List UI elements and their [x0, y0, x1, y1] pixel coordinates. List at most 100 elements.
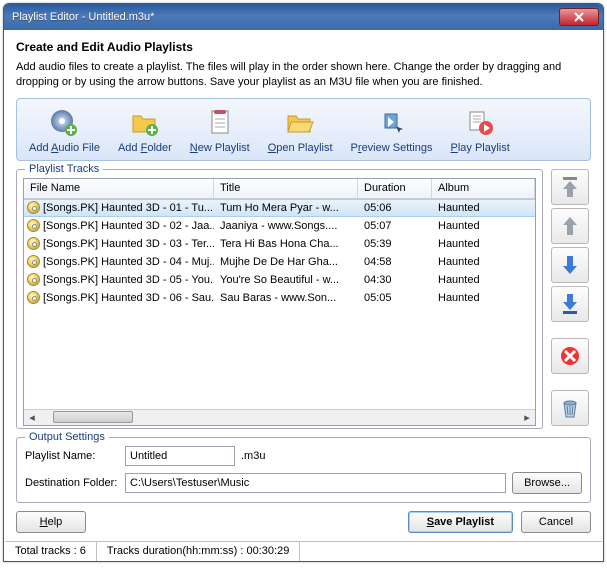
- preview-settings-icon: [376, 107, 408, 139]
- destination-input[interactable]: [125, 473, 506, 493]
- column-duration[interactable]: Duration: [358, 179, 432, 198]
- titlebar: Playlist Editor - Untitled.m3u*: [4, 4, 603, 30]
- preview-settings-label: Preview Settings: [351, 142, 433, 154]
- move-up-button[interactable]: [551, 208, 589, 244]
- tracks-group-title: Playlist Tracks: [25, 163, 103, 175]
- table-row[interactable]: [Songs.PK] Haunted 3D - 03 - Ter...Tera …: [24, 235, 535, 253]
- add-audio-icon: [48, 107, 80, 139]
- dialog-buttons: Help Save Playlist Cancel: [16, 511, 591, 533]
- cell-title: Jaaniya - www.Songs....: [214, 220, 358, 232]
- output-settings-group: Output Settings Playlist Name: .m3u Dest…: [16, 437, 591, 503]
- playlist-name-label: Playlist Name:: [25, 450, 119, 462]
- column-filename[interactable]: File Name: [24, 179, 214, 198]
- open-playlist-label: Open Playlist: [268, 142, 333, 154]
- arrow-down-icon: [559, 253, 581, 277]
- table-row[interactable]: [Songs.PK] Haunted 3D - 06 - Sau...Sau B…: [24, 289, 535, 307]
- preview-settings-button[interactable]: Preview Settings: [343, 105, 441, 156]
- add-audio-label: Add Audio File: [29, 142, 100, 154]
- cell-title: Mujhe De De Har Gha...: [214, 256, 358, 268]
- cell-album: Haunted: [432, 202, 535, 214]
- scroll-thumb[interactable]: [53, 411, 133, 423]
- table-row[interactable]: [Songs.PK] Haunted 3D - 05 - You...You'r…: [24, 271, 535, 289]
- open-playlist-icon: [284, 107, 316, 139]
- move-top-button[interactable]: [551, 169, 589, 205]
- cell-album: Haunted: [432, 274, 535, 286]
- cell-duration: 05:06: [358, 202, 432, 214]
- arrow-bottom-icon: [559, 292, 581, 316]
- page-description: Add audio files to create a playlist. Th…: [16, 60, 591, 90]
- play-playlist-label: Play Playlist: [451, 142, 510, 154]
- playlist-ext-label: .m3u: [241, 450, 265, 462]
- trash-icon: [559, 396, 581, 420]
- move-down-button[interactable]: [551, 247, 589, 283]
- destination-label: Destination Folder:: [25, 477, 119, 489]
- tracks-header[interactable]: File Name Title Duration Album: [24, 179, 535, 199]
- cell-filename: [Songs.PK] Haunted 3D - 06 - Sau...: [43, 292, 214, 304]
- remove-button[interactable]: [551, 338, 589, 374]
- new-playlist-button[interactable]: New Playlist: [182, 105, 258, 156]
- table-row[interactable]: [Songs.PK] Haunted 3D - 01 - Tu...Tum Ho…: [24, 199, 535, 217]
- cell-filename: [Songs.PK] Haunted 3D - 03 - Ter...: [43, 238, 214, 250]
- browse-button[interactable]: Browse...: [512, 472, 582, 494]
- arrow-up-icon: [559, 214, 581, 238]
- remove-icon: [559, 345, 581, 367]
- cell-duration: 05:39: [358, 238, 432, 250]
- table-row[interactable]: [Songs.PK] Haunted 3D - 02 - Jaa...Jaani…: [24, 217, 535, 235]
- table-row[interactable]: [Songs.PK] Haunted 3D - 04 - Muj...Mujhe…: [24, 253, 535, 271]
- cell-duration: 05:05: [358, 292, 432, 304]
- cell-filename: [Songs.PK] Haunted 3D - 02 - Jaa...: [43, 220, 214, 232]
- add-folder-label: Add Folder: [118, 142, 172, 154]
- cell-album: Haunted: [432, 256, 535, 268]
- add-folder-icon: [129, 107, 161, 139]
- disc-icon: [27, 273, 40, 286]
- add-audio-file-button[interactable]: Add Audio File: [21, 105, 108, 156]
- disc-icon: [27, 201, 40, 214]
- cell-filename: [Songs.PK] Haunted 3D - 04 - Muj...: [43, 256, 214, 268]
- scroll-left-icon[interactable]: ◂: [25, 410, 39, 424]
- open-playlist-button[interactable]: Open Playlist: [260, 105, 341, 156]
- statusbar: Total tracks : 6 Tracks duration(hh:mm:s…: [5, 541, 602, 561]
- window-title: Playlist Editor - Untitled.m3u*: [12, 11, 559, 23]
- cell-filename: [Songs.PK] Haunted 3D - 01 - Tu...: [43, 202, 213, 214]
- page-heading: Create and Edit Audio Playlists: [16, 40, 591, 54]
- new-playlist-label: New Playlist: [190, 142, 250, 154]
- horizontal-scrollbar[interactable]: ◂ ▸: [24, 409, 535, 425]
- cell-filename: [Songs.PK] Haunted 3D - 05 - You...: [43, 274, 214, 286]
- move-bottom-button[interactable]: [551, 286, 589, 322]
- arrow-top-icon: [559, 175, 581, 199]
- save-playlist-button[interactable]: Save Playlist: [408, 511, 513, 533]
- disc-icon: [27, 255, 40, 268]
- column-album[interactable]: Album: [432, 179, 535, 198]
- reorder-buttons: [549, 169, 591, 429]
- close-button[interactable]: [559, 8, 599, 26]
- toolbar: Add Audio File Add Folder New Playlist O…: [16, 98, 591, 161]
- play-playlist-button[interactable]: Play Playlist: [443, 105, 518, 156]
- scroll-right-icon[interactable]: ▸: [520, 410, 534, 424]
- cell-duration: 04:30: [358, 274, 432, 286]
- tracks-list[interactable]: File Name Title Duration Album [Songs.PK…: [23, 178, 536, 426]
- help-button[interactable]: Help: [16, 511, 86, 533]
- new-playlist-icon: [204, 107, 236, 139]
- clear-button[interactable]: [551, 390, 589, 426]
- playlist-editor-window: Playlist Editor - Untitled.m3u* Create a…: [3, 3, 604, 562]
- cell-duration: 05:07: [358, 220, 432, 232]
- status-duration: Tracks duration(hh:mm:ss) : 00:30:29: [97, 542, 300, 561]
- playlist-tracks-group: Playlist Tracks File Name Title Duration…: [16, 169, 543, 429]
- playlist-name-input[interactable]: [125, 446, 235, 466]
- cancel-button[interactable]: Cancel: [521, 511, 591, 533]
- disc-icon: [27, 291, 40, 304]
- cell-album: Haunted: [432, 238, 535, 250]
- disc-icon: [27, 219, 40, 232]
- add-folder-button[interactable]: Add Folder: [110, 105, 180, 156]
- cell-title: Tera Hi Bas Hona Cha...: [214, 238, 358, 250]
- column-title[interactable]: Title: [214, 179, 358, 198]
- cell-duration: 04:58: [358, 256, 432, 268]
- cell-title: You're So Beautiful - w...: [214, 274, 358, 286]
- play-playlist-icon: [464, 107, 496, 139]
- disc-icon: [27, 237, 40, 250]
- cell-album: Haunted: [432, 292, 535, 304]
- cell-title: Tum Ho Mera Pyar - w...: [214, 202, 358, 214]
- output-group-title: Output Settings: [25, 431, 109, 443]
- cell-album: Haunted: [432, 220, 535, 232]
- status-total: Total tracks : 6: [5, 542, 97, 561]
